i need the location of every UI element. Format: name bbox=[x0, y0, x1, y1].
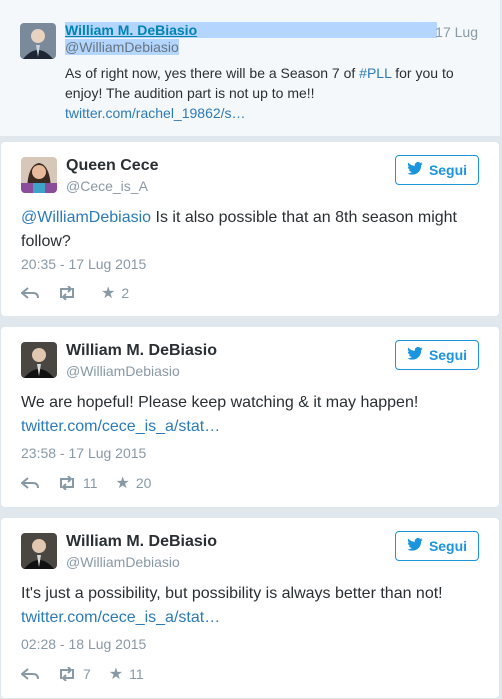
twitter-bird-icon bbox=[407, 346, 423, 363]
favorite-icon: ★ bbox=[101, 285, 116, 302]
tweet-text-part: We are hopeful! Please keep watching & i… bbox=[21, 394, 419, 411]
retweet-action[interactable]: 7 bbox=[57, 666, 91, 682]
reply-icon bbox=[21, 287, 39, 299]
favorite-count: 2 bbox=[121, 285, 130, 301]
follow-label: Segui bbox=[428, 162, 468, 178]
follow-label: Segui bbox=[428, 538, 468, 554]
reply-action[interactable] bbox=[21, 476, 39, 490]
tweet-text-part: enjoy! The audition part is not up to me… bbox=[65, 85, 315, 101]
follow-button[interactable]: Segui bbox=[395, 340, 479, 370]
reply-icon bbox=[21, 477, 39, 489]
tweet-actions: 11 ★ 20 bbox=[21, 473, 169, 493]
author-screen-name[interactable]: @Cece_is_A bbox=[66, 178, 148, 194]
retweet-icon bbox=[60, 286, 74, 300]
author-screen-name[interactable]: @WilliamDebiasio bbox=[66, 554, 180, 570]
avatar[interactable] bbox=[21, 342, 57, 378]
tweet-actions: 7 ★ 11 bbox=[21, 664, 162, 684]
author-screen-name[interactable]: @WilliamDebiasio bbox=[65, 39, 179, 55]
author-fullname[interactable]: William M. DeBiasio bbox=[66, 533, 217, 551]
follow-button[interactable]: Segui bbox=[395, 155, 479, 185]
tweet-date[interactable]: 20:35 - 17 Lug 2015 bbox=[21, 256, 146, 272]
avatar[interactable] bbox=[21, 157, 57, 193]
tweet-text-part: It's just a possibility, but possibility… bbox=[21, 585, 443, 602]
favorite-icon: ★ bbox=[115, 475, 130, 492]
retweet-action[interactable] bbox=[57, 286, 83, 300]
favorite-count: 20 bbox=[135, 475, 152, 491]
tweet-text-part: As of right now, yes there will be a Sea… bbox=[65, 65, 360, 81]
retweet-count: 7 bbox=[83, 666, 91, 682]
favorite-action[interactable]: ★ 11 bbox=[109, 664, 144, 684]
parent-tweet[interactable]: William M. DeBiasio 17 Lug @WilliamDebia… bbox=[0, 0, 500, 137]
reply-action[interactable] bbox=[21, 286, 39, 300]
author-fullname[interactable]: William M. DeBiasio bbox=[65, 22, 438, 38]
tweet-card[interactable]: William M. DeBiasio @WilliamDebiasio Seg… bbox=[0, 517, 500, 699]
tweet-link[interactable]: twitter.com/rachel_19862/s… bbox=[65, 105, 246, 121]
author-screen-name[interactable]: @WilliamDebiasio bbox=[66, 363, 180, 379]
tweet-text: We are hopeful! Please keep watching & i… bbox=[21, 391, 481, 439]
tweet-text: As of right now, yes there will be a Sea… bbox=[65, 63, 485, 123]
twitter-bird-icon bbox=[407, 537, 423, 554]
favorite-action[interactable]: ★ 2 bbox=[101, 283, 129, 303]
favorite-icon: ★ bbox=[108, 666, 124, 683]
author-fullname[interactable]: Queen Cece bbox=[66, 157, 158, 175]
tweet-time[interactable]: 17 Lug bbox=[435, 24, 478, 40]
tweet-card[interactable]: Queen Cece @Cece_is_A Segui @WilliamDebi… bbox=[0, 141, 500, 317]
tweet-card[interactable]: William M. DeBiasio @WilliamDebiasio Seg… bbox=[0, 326, 500, 508]
tweet-text-part: for you to bbox=[391, 65, 454, 81]
author-fullname[interactable]: William M. DeBiasio bbox=[66, 342, 217, 360]
avatar[interactable] bbox=[21, 533, 57, 569]
favorite-action[interactable]: ★ 20 bbox=[116, 473, 152, 493]
tweet-text: @WilliamDebiasio Is it also possible tha… bbox=[21, 206, 481, 254]
retweet-count: 11 bbox=[83, 475, 98, 491]
avatar[interactable] bbox=[20, 23, 56, 59]
tweet-link[interactable]: twitter.com/cece_is_a/stat… bbox=[21, 418, 220, 435]
favorite-count: 11 bbox=[129, 666, 144, 682]
retweet-action[interactable]: 11 bbox=[57, 475, 98, 491]
reply-action[interactable] bbox=[21, 667, 39, 681]
reply-icon bbox=[21, 668, 39, 680]
retweet-icon bbox=[60, 667, 74, 681]
follow-button[interactable]: Segui bbox=[395, 531, 479, 561]
mention-link[interactable]: @WilliamDebiasio bbox=[21, 209, 151, 226]
twitter-bird-icon bbox=[407, 161, 423, 178]
tweet-date[interactable]: 23:58 - 17 Lug 2015 bbox=[21, 445, 146, 461]
tweet-stream: William M. DeBiasio 17 Lug @WilliamDebia… bbox=[0, 0, 502, 699]
retweet-icon bbox=[60, 476, 74, 490]
tweet-actions: ★ 2 bbox=[21, 283, 147, 303]
selected-author-block: William M. DeBiasio bbox=[65, 22, 438, 40]
tweet-text: It's just a possibility, but possibility… bbox=[21, 582, 481, 630]
hashtag-link[interactable]: #PLL bbox=[359, 65, 391, 81]
tweet-link[interactable]: twitter.com/cece_is_a/stat… bbox=[21, 609, 220, 626]
follow-label: Segui bbox=[428, 347, 468, 363]
tweet-date[interactable]: 02:28 - 18 Lug 2015 bbox=[21, 636, 146, 652]
